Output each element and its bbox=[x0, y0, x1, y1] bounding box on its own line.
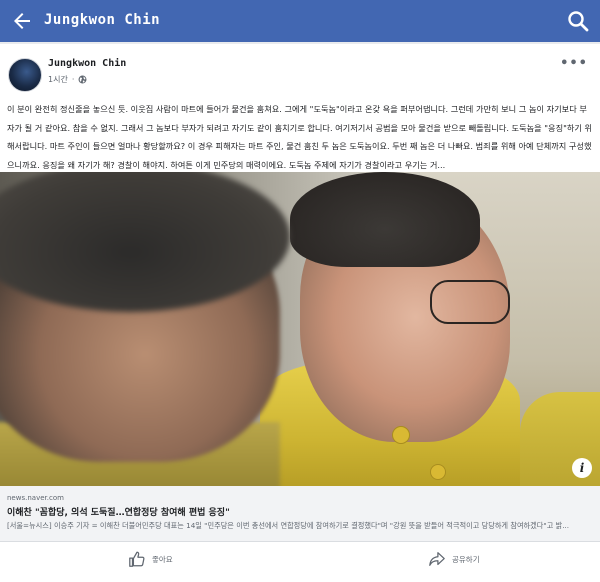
link-title[interactable]: 이해찬 "꼼합당, 의석 도둑질…연합정당 참여해 편법 응징" bbox=[7, 505, 230, 518]
like-button[interactable]: 좋아요 bbox=[128, 550, 173, 568]
post-time[interactable]: 1시간 bbox=[48, 74, 68, 85]
post-meta: 1시간 · bbox=[48, 74, 87, 85]
globe-icon bbox=[78, 75, 87, 84]
avatar[interactable] bbox=[8, 58, 42, 92]
photo-hair-right bbox=[290, 172, 480, 267]
photo-glasses bbox=[430, 280, 510, 324]
post-author[interactable]: Jungkwon Chin bbox=[48, 58, 126, 69]
photo-jacket-button bbox=[392, 426, 410, 444]
link-preview[interactable]: news.naver.com 이해찬 "꼼합당, 의석 도둑질…연합정당 참여해… bbox=[0, 486, 600, 542]
info-icon[interactable]: i bbox=[572, 458, 592, 478]
search-icon[interactable] bbox=[566, 9, 590, 33]
page-title: Jungkwon Chin bbox=[44, 12, 161, 28]
link-description: [서울=뉴시스] 이승주 기자 = 이해찬 더불어민주당 대표는 14일 "민주… bbox=[7, 521, 570, 530]
post-photo[interactable]: i bbox=[0, 172, 600, 486]
arrow-left-icon[interactable] bbox=[10, 9, 34, 33]
share-label: 공유하기 bbox=[452, 554, 480, 564]
share-arrow-icon bbox=[429, 552, 445, 566]
top-bar: Jungkwon Chin bbox=[0, 0, 600, 42]
more-options-button[interactable]: ••• bbox=[560, 56, 588, 71]
photo-jacket-button bbox=[430, 464, 446, 480]
like-label: 좋아요 bbox=[152, 554, 173, 564]
post-body: 이 분이 완전히 정신줄을 놓으신 듯. 이웃집 사람이 마트에 들어가 물건을… bbox=[7, 104, 593, 170]
link-domain: news.naver.com bbox=[7, 494, 64, 502]
meta-separator: · bbox=[71, 75, 75, 84]
thumbs-up-icon bbox=[129, 551, 145, 567]
post-card: Jungkwon Chin 1시간 · ••• 이 분이 완전히 정신줄을 놓으… bbox=[0, 44, 600, 582]
share-button[interactable]: 공유하기 bbox=[428, 550, 480, 568]
action-bar: 좋아요 공유하기 bbox=[0, 542, 600, 582]
